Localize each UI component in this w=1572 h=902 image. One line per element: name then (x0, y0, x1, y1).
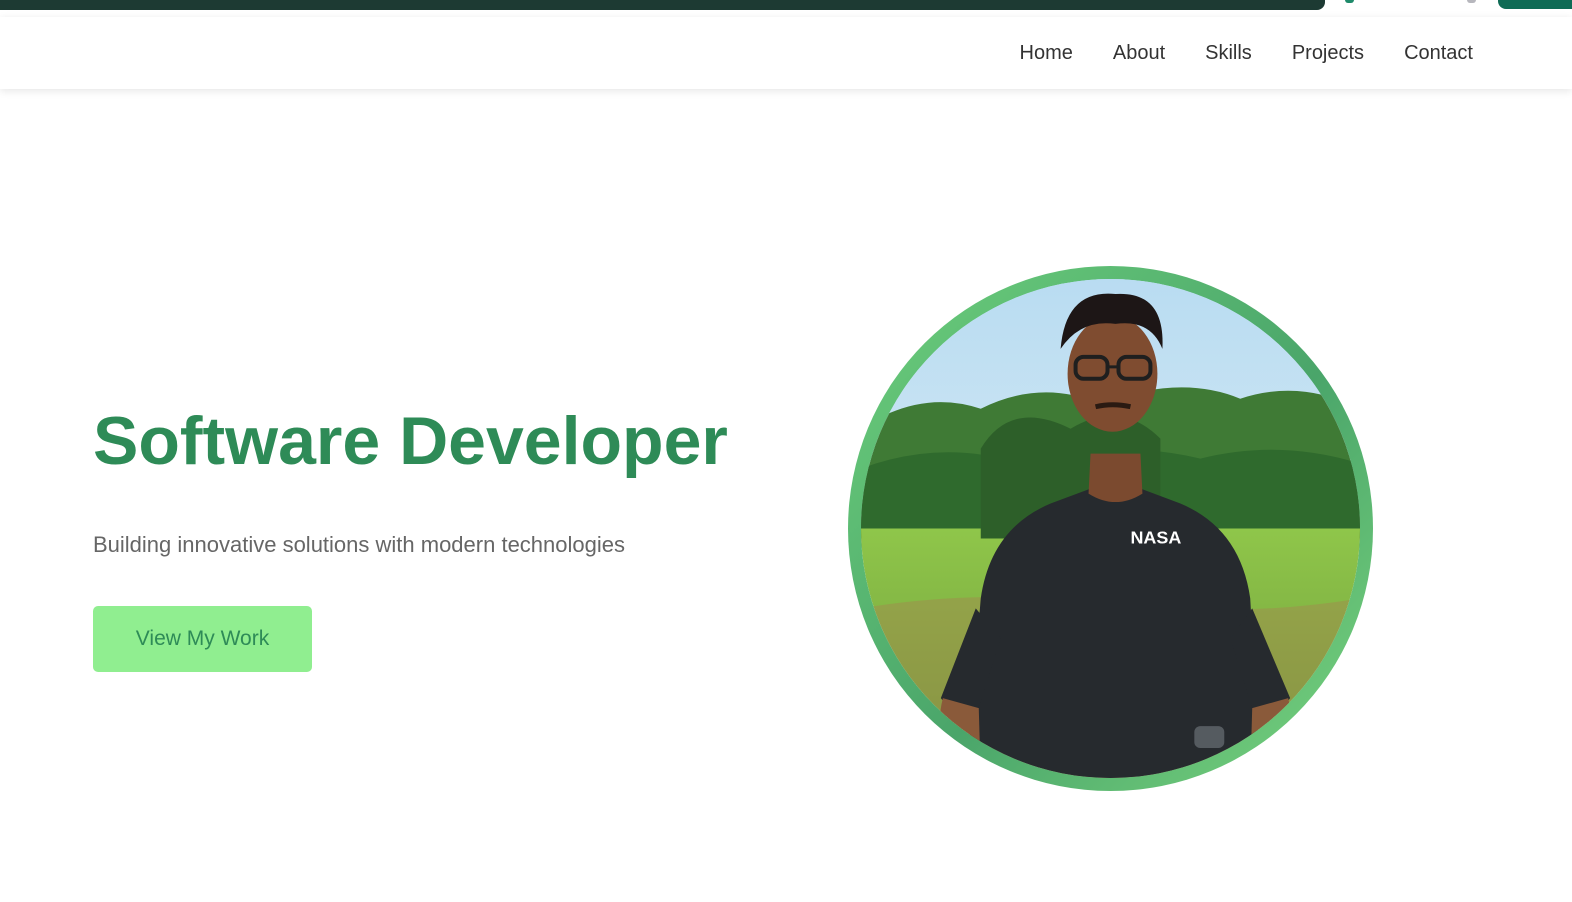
nav-link-skills[interactable]: Skills (1205, 42, 1252, 65)
main-nav: Home About Skills Projects Contact (1020, 17, 1473, 89)
top-bar-fragment (0, 0, 1325, 10)
hero-title: Software Developer (93, 403, 728, 479)
site-header: Home About Skills Projects Contact (0, 17, 1572, 89)
profile-photo: NASA (861, 279, 1360, 778)
view-my-work-button[interactable]: View My Work (93, 606, 312, 672)
nav-link-projects[interactable]: Projects (1292, 42, 1364, 65)
nav-link-about[interactable]: About (1113, 42, 1165, 65)
nav-link-contact[interactable]: Contact (1404, 42, 1473, 65)
hero-subtitle: Building innovative solutions with moder… (93, 532, 625, 557)
profile-photo-illustration: NASA (861, 279, 1360, 778)
portrait-frame: NASA (848, 266, 1373, 791)
nav-link-home[interactable]: Home (1020, 42, 1073, 65)
top-icon-fragment-2 (1467, 0, 1476, 3)
hero-text: Software Developer Building innovative s… (93, 402, 793, 558)
top-button-fragment[interactable] (1498, 0, 1572, 9)
top-icon-fragment (1345, 0, 1354, 3)
browser-top-strip (0, 0, 1572, 17)
shirt-logo-text: NASA (1130, 527, 1181, 547)
